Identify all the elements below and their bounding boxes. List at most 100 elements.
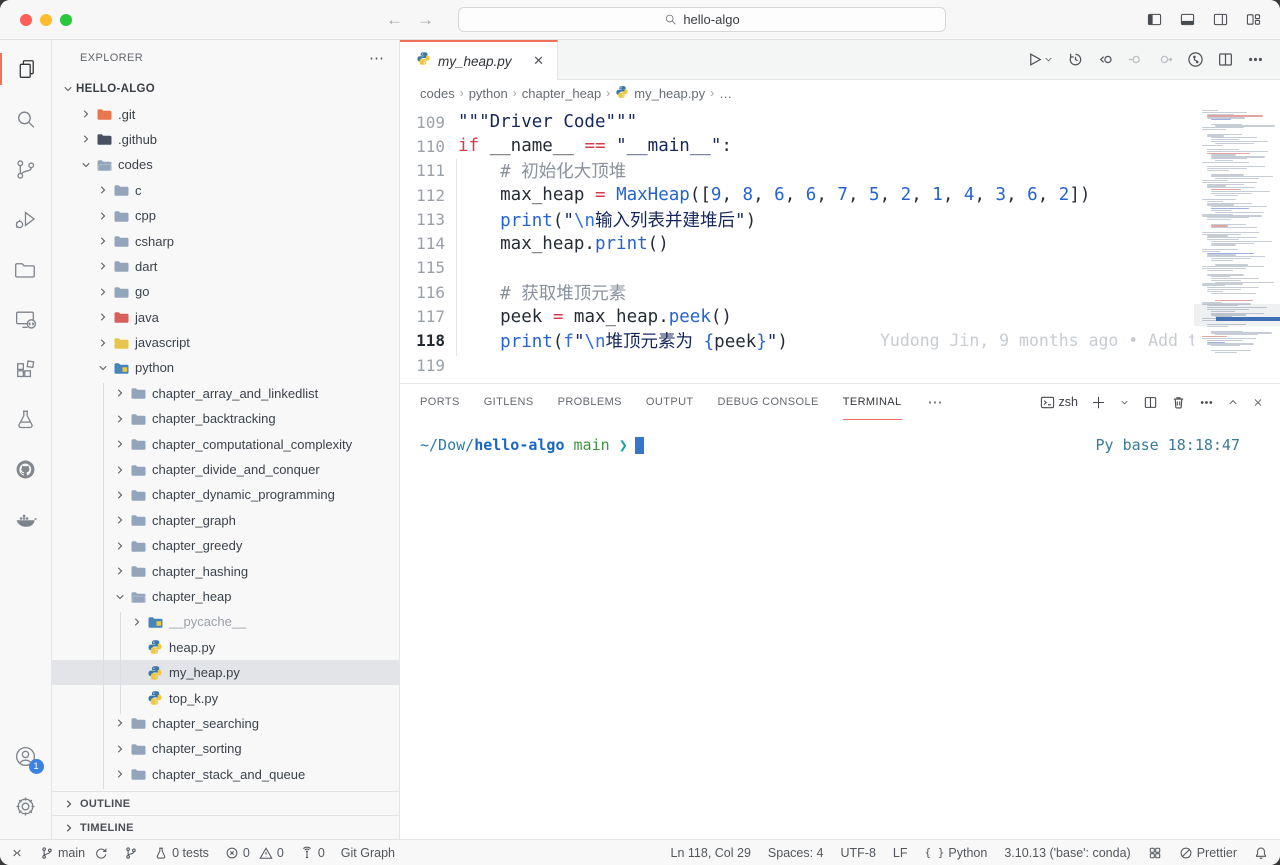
status-tests[interactable]: 0 tests (154, 846, 209, 860)
folder-icon[interactable] (0, 244, 52, 294)
search-icon[interactable] (0, 94, 52, 144)
customize-layout-icon[interactable] (1245, 12, 1262, 27)
explorer-more-actions-icon[interactable]: ⋯ (369, 49, 385, 67)
new-terminal-icon[interactable]: ＋ (1091, 392, 1106, 413)
tree-item-csharp[interactable]: csharp (52, 228, 399, 253)
settings-gear-icon[interactable] (0, 781, 52, 831)
status-git-branch[interactable]: main (40, 846, 108, 860)
toggle-primary-sidebar-icon[interactable] (1146, 12, 1163, 27)
command-center-search[interactable]: hello-algo (458, 7, 946, 32)
panel-tab-output[interactable]: OUTPUT (646, 384, 694, 420)
status-language-mode[interactable]: { }Python (925, 846, 988, 860)
toggle-secondary-sidebar-icon[interactable] (1212, 12, 1229, 27)
tree-item-cpp[interactable]: cpp (52, 203, 399, 228)
tree-item-python[interactable]: python (52, 355, 399, 380)
remote-explorer-icon[interactable] (0, 294, 52, 344)
tree-item-go[interactable]: go (52, 279, 399, 304)
code-line-117[interactable]: 117 peek = max_heap.peek() (400, 304, 1280, 328)
tree-item-chapter-computational-complexity[interactable]: chapter_computational_complexity (52, 431, 399, 456)
code-line-112[interactable]: 112 max_heap = MaxHeap([9, 8, 6, 6, 7, 5… (400, 183, 1280, 207)
panel-more-tabs-icon[interactable]: ⋯ (928, 393, 943, 411)
minimap-viewport[interactable] (1194, 304, 1280, 326)
status-notifications[interactable] (1254, 846, 1268, 860)
code-line-116[interactable]: 116 # 获取堆顶元素 (400, 280, 1280, 304)
status-git-graph[interactable]: Git Graph (341, 846, 395, 860)
close-tab-icon[interactable]: ✕ (530, 51, 547, 71)
breadcrumb-item[interactable]: codes (420, 86, 455, 101)
tree-item-dart[interactable]: dart (52, 254, 399, 279)
toggle-panel-icon[interactable] (1179, 12, 1196, 27)
tree-item-chapter-stack-and-queue[interactable]: chapter_stack_and_queue (52, 762, 399, 787)
tree-item--github[interactable]: .github (52, 127, 399, 152)
terminal-shell-selector[interactable]: zsh (1040, 395, 1078, 410)
tree-item-chapter-dynamic-programming[interactable]: chapter_dynamic_programming (52, 482, 399, 507)
maximize-window-button[interactable] (60, 14, 72, 26)
tab-my-heap-py[interactable]: my_heap.py ✕ (400, 40, 558, 80)
kill-terminal-icon[interactable] (1171, 395, 1186, 410)
docker-icon[interactable] (0, 494, 52, 544)
panel-tab-ports[interactable]: PORTS (420, 384, 460, 420)
source-control-icon[interactable] (0, 144, 52, 194)
status-prettier[interactable]: Prettier (1179, 846, 1237, 860)
extensions-icon[interactable] (0, 344, 52, 394)
forward-arrow-icon[interactable]: → (417, 10, 434, 30)
minimap[interactable] (1194, 106, 1280, 383)
status-apps[interactable] (1148, 846, 1162, 860)
more-actions-icon[interactable] (1247, 51, 1264, 68)
tree-item-chapter-backtracking[interactable]: chapter_backtracking (52, 406, 399, 431)
tree-item--git[interactable]: .git (52, 101, 399, 126)
run-and-debug-icon[interactable] (0, 194, 52, 244)
tree-item-chapter-heap[interactable]: chapter_heap (52, 584, 399, 609)
tree-item-chapter-sorting[interactable]: chapter_sorting (52, 736, 399, 761)
code-line-119[interactable]: 119 (400, 353, 1280, 377)
testing-icon[interactable] (0, 394, 52, 444)
minimize-window-button[interactable] (40, 14, 52, 26)
status-indentation[interactable]: Spaces: 4 (768, 846, 824, 860)
git-graph-icon[interactable] (1187, 51, 1204, 68)
breadcrumb-item[interactable]: my_heap.py (634, 86, 705, 101)
outline-section[interactable]: OUTLINE (52, 791, 399, 815)
code-line-110[interactable]: 110if __name__ == "__main__": (400, 134, 1280, 158)
code-line-118[interactable]: 118 print(f"\n堆顶元素为 {peek}")Yudong Jin, … (400, 329, 1280, 353)
panel-more-actions-icon[interactable] (1199, 395, 1214, 410)
tree-item-codes[interactable]: codes (52, 152, 399, 177)
panel-tab-debug-console[interactable]: DEBUG CONSOLE (718, 384, 819, 420)
tree-item-chapter-graph[interactable]: chapter_graph (52, 508, 399, 533)
explorer-icon[interactable] (0, 44, 52, 94)
accounts-icon[interactable]: 1 (0, 731, 52, 781)
tree-item-c[interactable]: c (52, 178, 399, 203)
next-change-icon[interactable] (1157, 51, 1174, 68)
tree-item-my-heap-py[interactable]: my_heap.py (52, 660, 399, 685)
terminal[interactable]: ~/Dow/hello-algo main ❯ Py base 18:18:47 (400, 420, 1280, 839)
tree-item-top-k-py[interactable]: top_k.py (52, 685, 399, 710)
breadcrumb-item[interactable]: chapter_heap (522, 86, 602, 101)
run-python-file-icon[interactable] (1026, 51, 1054, 68)
github-icon[interactable] (0, 444, 52, 494)
tree-item-heap-py[interactable]: heap.py (52, 635, 399, 660)
tree-item-chapter-divide-and-conquer[interactable]: chapter_divide_and_conquer (52, 457, 399, 482)
status-encoding[interactable]: UTF-8 (841, 846, 876, 860)
status-radio-tower[interactable]: 0 (300, 846, 325, 860)
status-problems[interactable]: 00 (225, 846, 284, 860)
code-line-113[interactable]: 113 print("\n输入列表并建堆后") (400, 207, 1280, 231)
timeline-section[interactable]: TIMELINE (52, 815, 399, 839)
tree-item-chapter-greedy[interactable]: chapter_greedy (52, 533, 399, 558)
status-gitlens[interactable] (124, 846, 138, 860)
panel-tab-gitlens[interactable]: GITLENS (484, 384, 534, 420)
status-eol[interactable]: LF (893, 846, 908, 860)
split-editor-icon[interactable] (1217, 51, 1234, 68)
close-window-button[interactable] (20, 14, 32, 26)
tree-item-javascript[interactable]: javascript (52, 330, 399, 355)
split-terminal-icon[interactable] (1143, 395, 1158, 410)
tree-item-hello-algo[interactable]: HELLO-ALGO (52, 76, 399, 101)
status-cursor-position[interactable]: Ln 118, Col 29 (671, 846, 751, 860)
terminal-dropdown-icon[interactable] (1119, 395, 1130, 410)
maximize-panel-icon[interactable] (1227, 395, 1239, 410)
status-python-interpreter[interactable]: 3.10.13 ('base': conda) (1004, 846, 1130, 860)
previous-change-icon[interactable] (1127, 51, 1144, 68)
tree-item--pycache-[interactable]: __pycache__ (52, 609, 399, 634)
breadcrumb-item[interactable]: python (469, 86, 508, 101)
status-remote-indicator[interactable] (10, 846, 24, 860)
tree-item-java[interactable]: java (52, 305, 399, 330)
code-line-115[interactable]: 115 (400, 256, 1280, 280)
